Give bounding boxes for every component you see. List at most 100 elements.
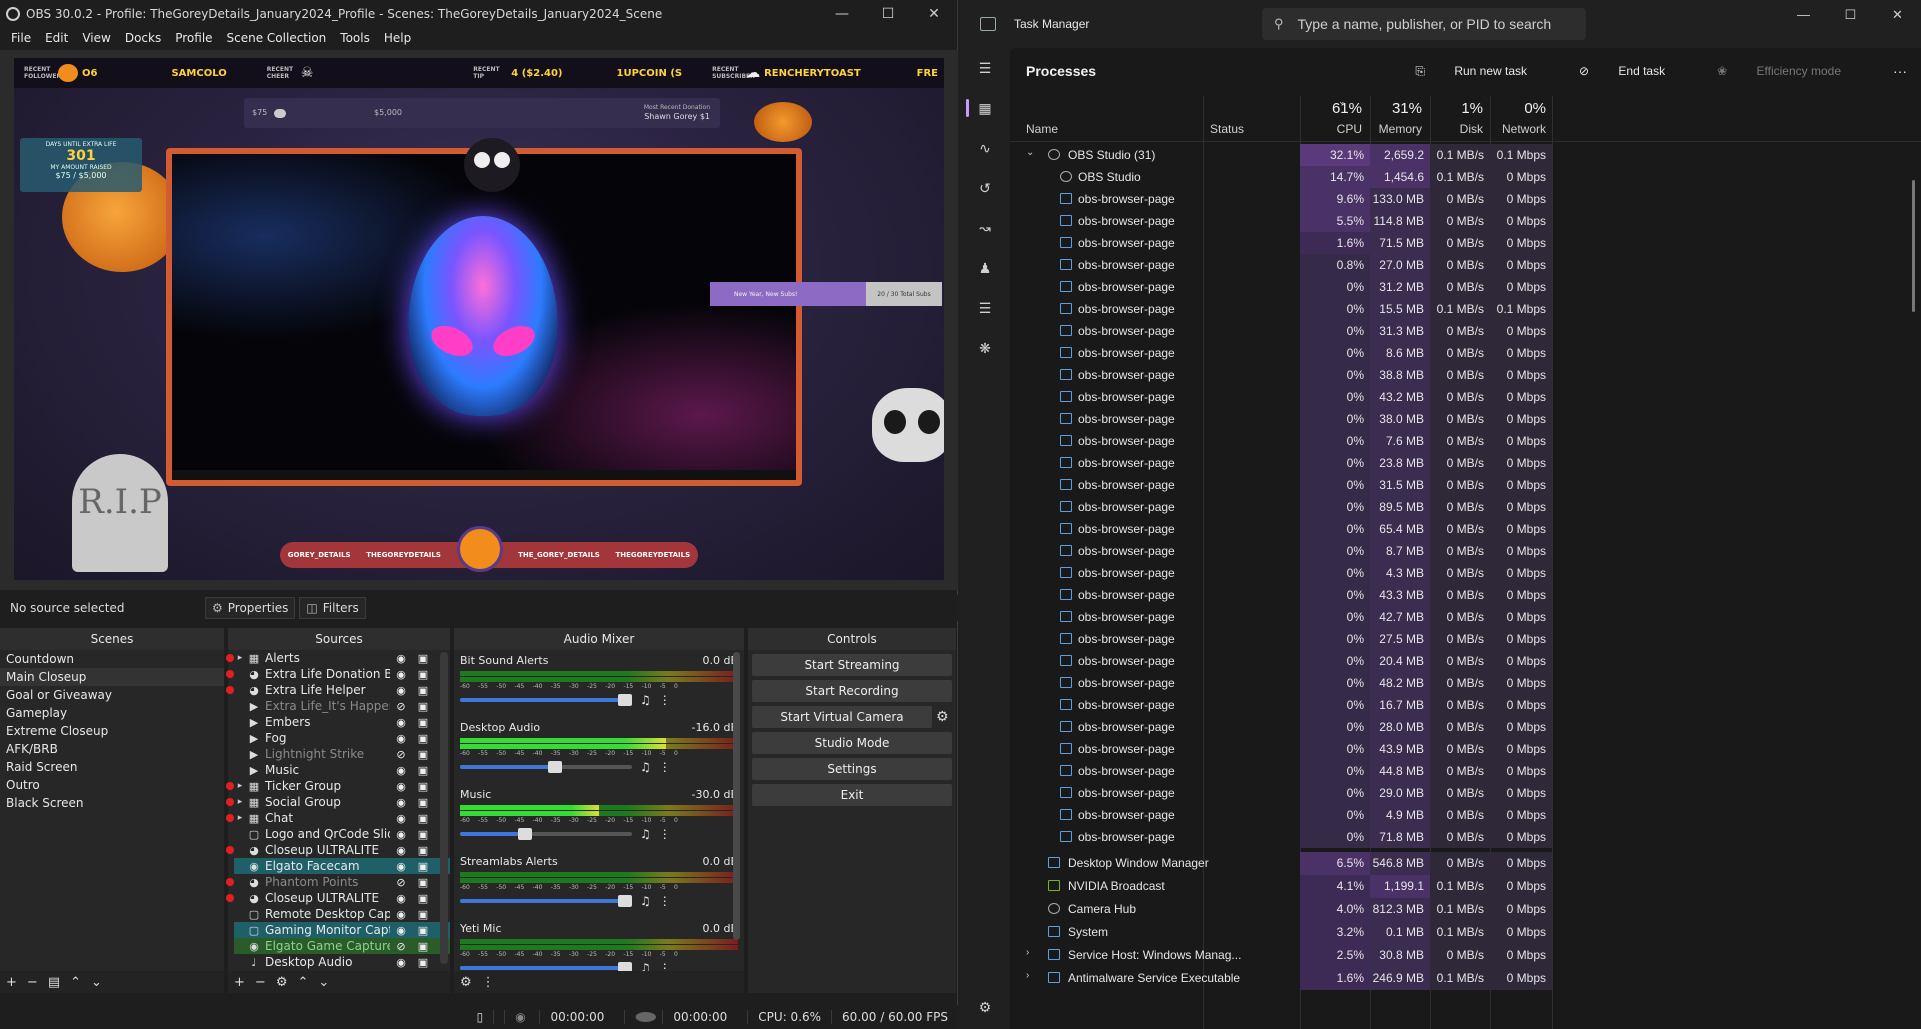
lock-icon[interactable]: ▣ [412,844,434,857]
efficiency-mode-button[interactable]: ❀ Efficiency mode [1717,64,1867,78]
channel-menu-icon[interactable]: ⋮ [659,693,671,707]
channel-menu-icon[interactable]: ⋮ [659,760,671,774]
lock-icon[interactable]: ▣ [412,780,434,793]
eye-icon[interactable]: ◉ [390,828,412,841]
minimize-icon[interactable]: — [1780,0,1827,30]
source-item[interactable]: ▶ Fog ◉ ▣ [234,730,450,746]
process-row[interactable]: obs-browser-page 0.8% 27.0 MB 0 MB/s 0 Mbps [1010,254,1921,276]
eye-icon[interactable]: ◉ [390,812,412,825]
col-memory[interactable]: Memory [1362,122,1422,136]
hamburger-menu-icon[interactable]: ☰ [960,48,1010,88]
app-history-nav-icon[interactable]: ↺ [960,168,1010,208]
speaker-icon[interactable]: ♫ [640,827,651,841]
eye-icon[interactable]: ◉ [390,652,412,665]
settings-button[interactable]: Settings [752,758,952,780]
process-row[interactable]: obs-browser-page 0% 65.4 MB 0 MB/s 0 Mbps [1010,518,1921,540]
process-row[interactable]: obs-browser-page 0% 15.5 MB 0.1 MB/s 0.1 Mbp… [1010,298,1921,320]
process-row[interactable]: obs-browser-page 0% 7.6 MB 0 MB/s 0 Mbps [1010,430,1921,452]
expand-arrow-icon[interactable]: ▸ [234,653,246,663]
scene-item[interactable]: Countdown [0,650,224,668]
col-cpu[interactable]: CPU [1300,122,1362,136]
eye-hidden-icon[interactable]: ⊘ [390,876,412,889]
lock-icon[interactable]: ▣ [412,924,434,937]
exit-button[interactable]: Exit [752,784,952,806]
eye-icon[interactable]: ◉ [390,684,412,697]
menu-edit[interactable]: Edit [38,31,75,45]
eye-hidden-icon[interactable]: ⊘ [390,940,412,953]
speaker-icon[interactable]: ♫ [640,693,651,707]
eye-icon[interactable]: ◉ [390,908,412,921]
eye-icon[interactable]: ◉ [390,780,412,793]
volume-slider[interactable] [460,761,632,773]
source-item[interactable]: ▶ Extra Life_It's Happenin⊘▣ [234,698,450,714]
sources-scrollbar[interactable] [440,652,448,964]
close-icon[interactable]: ✕ [911,6,957,22]
source-item[interactable]: ▶ Music ◉ ▣ [234,762,450,778]
process-row[interactable]: obs-browser-page 0% 89.5 MB 0 MB/s 0 Mbps [1010,496,1921,518]
menu-tools[interactable]: Tools [333,31,377,45]
expand-arrow-icon[interactable]: ▸ [234,781,246,791]
eye-icon[interactable]: ◉ [390,924,412,937]
stream-preview[interactable]: RECENT FOLLOWER O6 SAMCOLO RECENT CHEER ☠ … [14,58,944,580]
process-row[interactable]: obs-browser-page 0% 23.8 MB 0 MB/s 0 Mbps [1010,452,1921,474]
lock-icon[interactable]: ▣ [412,700,434,713]
process-row[interactable]: System 3.2% 0.1 MB 0.1 MB/s 0 Mbps [1010,921,1921,944]
scene-filters-icon[interactable]: ▤ [48,975,60,990]
process-row[interactable]: obs-browser-page 0% 31.5 MB 0 MB/s 0 Mbps [1010,474,1921,496]
volume-slider-handle[interactable] [618,694,633,706]
studio-mode-button[interactable]: Studio Mode [752,732,952,754]
details-nav-icon[interactable]: ☰ [960,288,1010,328]
channel-menu-icon[interactable]: ⋮ [659,894,671,908]
move-down-icon[interactable]: ⌄ [91,975,102,990]
expand-chevron-icon[interactable]: › [1026,947,1029,958]
process-row[interactable]: obs-browser-page 0% 8.6 MB 0 MB/s 0 Mbps [1010,342,1921,364]
lock-icon[interactable]: ▣ [412,652,434,665]
source-item[interactable]: ◕ Closeup ULTRALITE ◉ ▣ [226,842,450,858]
eye-icon[interactable]: ◉ [390,844,412,857]
processes-nav-icon[interactable]: ▦ [960,88,1010,128]
eye-icon[interactable]: ◉ [390,796,412,809]
collapse-chevron-icon[interactable]: ⌄ [1026,147,1034,158]
process-row[interactable]: obs-browser-page 0% 43.9 MB 0 MB/s 0 Mbps [1010,738,1921,760]
process-row[interactable]: OBS Studio 14.7%1,454.6 MB0.1 MB/s0 Mbps [1010,166,1921,206]
volume-slider[interactable] [460,895,633,907]
volume-slider[interactable] [460,828,632,840]
col-network[interactable]: Network [1490,122,1546,136]
process-row[interactable]: obs-browser-page 9.6% 133.0 MB 0 MB/s 0 Mbps [1010,188,1921,210]
close-icon[interactable]: ✕ [1874,0,1921,30]
source-item[interactable]: ▸ ▦ Chat ◉ ▣ [226,810,450,826]
eye-icon[interactable]: ◉ [390,860,412,873]
source-item[interactable]: ◕ Closeup ULTRALITE ◉ ▣ [226,890,450,906]
source-item[interactable]: ◕ Extra Life Donation Bar◉▣ [226,666,450,682]
process-row[interactable]: obs-browser-page 0% 8.7 MB 0 MB/s 0 Mbps [1010,540,1921,562]
source-properties-icon[interactable]: ⚙ [276,975,288,990]
lock-icon[interactable]: ▣ [412,764,434,777]
source-item[interactable]: ▢ Remote Desktop Captu◉▣ [234,906,450,922]
performance-nav-icon[interactable]: ∿ [960,128,1010,168]
process-row[interactable]: obs-browser-page 0% 38.8 MB 0 MB/s 0 Mbps [1010,364,1921,386]
menu-file[interactable]: File [4,31,38,45]
process-row[interactable]: obs-browser-page 0% 43.2 MB 0 MB/s 0 Mbps [1010,386,1921,408]
add-scene-icon[interactable]: + [6,975,17,990]
lock-icon[interactable]: ▣ [412,668,434,681]
eye-icon[interactable]: ◉ [390,716,412,729]
channel-menu-icon[interactable]: ⋮ [659,827,671,841]
volume-slider-handle[interactable] [518,828,533,840]
menu-view[interactable]: View [75,31,117,45]
users-nav-icon[interactable]: ♟ [960,248,1010,288]
menu-help[interactable]: Help [377,31,418,45]
lock-icon[interactable]: ▣ [412,892,434,905]
process-row[interactable]: obs-browser-page 0% 4.9 MB 0 MB/s 0 Mbps [1010,804,1921,826]
scene-item[interactable]: Black Screen [0,794,224,812]
scene-item[interactable]: Raid Screen [0,758,224,776]
speaker-icon[interactable]: ♫ [640,894,651,908]
eye-icon[interactable]: ◉ [390,956,412,969]
lock-icon[interactable]: ▣ [412,796,434,809]
process-row[interactable]: obs-browser-page 0% 44.8 MB 0 MB/s 0 Mbps [1010,760,1921,782]
lock-icon[interactable]: ▣ [412,860,434,873]
scene-item[interactable]: Gameplay [0,704,224,722]
lock-icon[interactable]: ▣ [412,732,434,745]
lock-icon[interactable]: ▣ [412,716,434,729]
mixer-scrollbar[interactable] [733,652,740,940]
run-new-task-button[interactable]: ⎘ Run new task [1415,64,1553,79]
